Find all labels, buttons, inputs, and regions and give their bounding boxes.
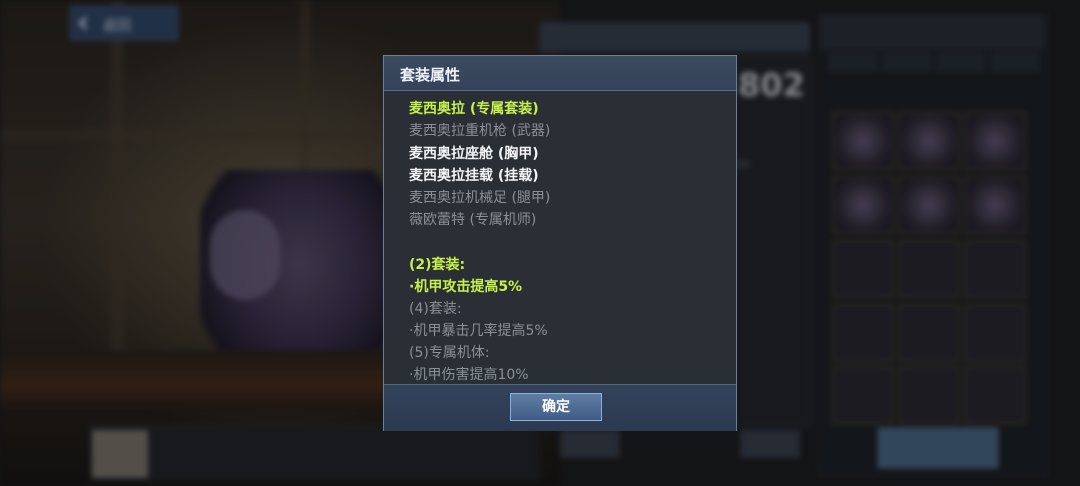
set-piece-mount: 麦西奥拉挂载 (挂载) [409,168,539,184]
bonus-5-heading: (5)专属机体: [409,345,490,361]
bonus-5-effect: ·机甲伤害提高10% [409,367,529,383]
bonus-2-heading: (2)套装: [409,257,466,273]
set-piece-chest: 麦西奥拉座舱 (胸甲) [409,146,539,162]
set-piece-weapon: 麦西奥拉重机枪 (武器) [409,123,551,139]
bonus-2-effect: ·机甲攻击提高5% [409,279,523,295]
set-name: 麦西奥拉 (专属套装) [409,101,539,117]
set-attributes-list[interactable]: 麦西奥拉 (专属套装) 麦西奥拉重机枪 (武器) 麦西奥拉座舱 (胸甲) 麦西奥… [384,91,736,384]
set-piece-legs: 麦西奥拉机械足 (腿甲) [409,190,551,206]
bonus-4-heading: (4)套装: [409,301,462,317]
set-attributes-dialog: 套装属性 麦西奥拉 (专属套装) 麦西奥拉重机枪 (武器) 麦西奥拉座舱 (胸甲… [383,55,737,431]
bonus-4-effect: ·机甲暴击几率提高5% [409,323,548,339]
set-pilot: 薇欧蕾特 (专属机师) [409,212,537,228]
dialog-footer: 确定 [384,384,736,431]
dialog-header: 套装属性 [384,56,736,91]
confirm-button[interactable]: 确定 [510,393,602,421]
dialog-title: 套装属性 [400,66,461,84]
